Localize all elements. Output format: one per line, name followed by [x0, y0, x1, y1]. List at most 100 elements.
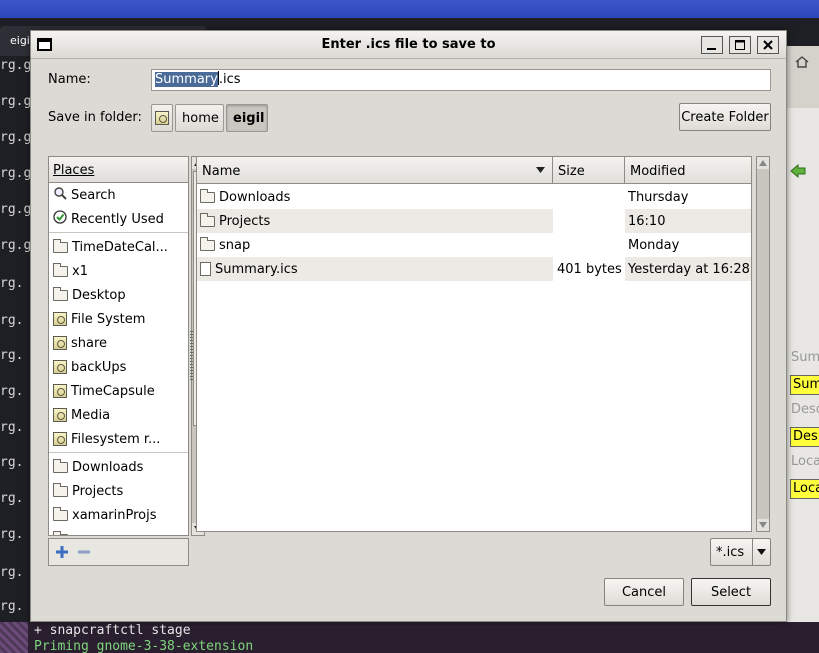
- cancel-button[interactable]: Cancel: [604, 578, 684, 606]
- add-bookmark-icon[interactable]: [55, 545, 69, 559]
- place-item[interactable]: xamarinProjs: [49, 503, 188, 527]
- dialog-title: Enter .ics file to save to: [321, 37, 496, 52]
- file-modified: Thursday: [628, 189, 689, 205]
- place-item[interactable]: Projects: [49, 479, 188, 503]
- place-label: backUps: [71, 359, 127, 375]
- file-modified: 16:10: [628, 213, 666, 229]
- path-root-button[interactable]: [151, 104, 173, 132]
- name-label: Name:: [48, 72, 91, 87]
- terminal-line: rg.: [0, 420, 24, 435]
- place-label: Search: [71, 187, 116, 203]
- scroll-up-arrow-icon[interactable]: [757, 157, 769, 169]
- close-button[interactable]: [757, 36, 779, 54]
- terminal-line: Priming gnome-3-38-extension: [34, 639, 254, 653]
- places-header[interactable]: Places: [49, 157, 188, 183]
- file-name-selection: Summary: [155, 72, 218, 87]
- minimize-button[interactable]: [701, 36, 723, 54]
- folder-icon: [53, 458, 68, 473]
- search-icon: [53, 186, 67, 204]
- remove-bookmark-icon[interactable]: [77, 545, 91, 559]
- file-row[interactable]: snap Monday: [197, 233, 751, 257]
- column-header-size[interactable]: Size: [553, 157, 625, 184]
- back-arrow-icon[interactable]: [790, 164, 806, 178]
- pane-resize-grip[interactable]: [190, 331, 193, 381]
- wallpaper-patch: [0, 622, 28, 653]
- terminal-line: rg.: [0, 527, 24, 542]
- recent-icon: [53, 210, 67, 228]
- column-name-label: Name: [202, 164, 241, 179]
- place-item[interactable]: TimeCapsule: [49, 379, 188, 403]
- path-home-button[interactable]: home: [175, 104, 224, 132]
- file-name: snap: [219, 237, 251, 253]
- place-label: Filesystem r...: [71, 431, 161, 447]
- home-icon[interactable]: [795, 56, 809, 68]
- places-header-label: Places: [53, 163, 95, 178]
- terminal-line: rg.g: [0, 130, 32, 145]
- folder-icon: [53, 482, 68, 497]
- files-scrollbar[interactable]: [756, 156, 770, 532]
- maximize-button[interactable]: [729, 36, 751, 54]
- place-item[interactable]: Downloads: [49, 455, 188, 479]
- place-label: Downloads: [72, 459, 144, 475]
- terminal-line: rg.: [0, 599, 24, 614]
- terminal-line: rg.g: [0, 94, 32, 109]
- column-header-modified[interactable]: Modified: [625, 157, 751, 184]
- drive-icon: [53, 312, 67, 326]
- folder-icon: [53, 262, 68, 277]
- place-item[interactable]: Recently Used: [49, 207, 188, 231]
- file-name-cell: Downloads: [200, 185, 550, 209]
- place-label: File System: [71, 311, 146, 327]
- place-item[interactable]: Media: [49, 403, 188, 427]
- file-row[interactable]: Downloads Thursday: [197, 185, 751, 209]
- background-label: Loca: [791, 454, 819, 469]
- place-item-partial[interactable]: [49, 527, 188, 535]
- file-modified: Yesterday at 16:28: [628, 261, 750, 277]
- background-summary-field[interactable]: Sum: [790, 375, 819, 395]
- drive-icon: [155, 111, 169, 125]
- file-name-cell: Projects: [200, 209, 550, 233]
- select-button[interactable]: Select: [691, 578, 771, 606]
- file-size: [553, 233, 625, 257]
- folder-icon: [200, 212, 215, 227]
- place-item[interactable]: File System: [49, 307, 188, 331]
- file-name-cell: Summary.ics: [200, 257, 550, 281]
- path-eigil-button[interactable]: eigil: [226, 104, 268, 132]
- column-header-name[interactable]: Name: [197, 157, 553, 184]
- drive-icon: [53, 408, 67, 422]
- background-description-field[interactable]: Des: [790, 427, 819, 447]
- place-item[interactable]: Search: [49, 183, 188, 207]
- place-item[interactable]: TimeDateCal...: [49, 235, 188, 259]
- place-label: TimeDateCal...: [72, 239, 168, 255]
- create-folder-button[interactable]: Create Folder: [679, 103, 771, 131]
- scroll-down-arrow-icon[interactable]: [757, 519, 769, 531]
- place-label: Projects: [72, 483, 124, 499]
- place-item[interactable]: share: [49, 331, 188, 355]
- file-row[interactable]: Summary.ics 401 bytes Yesterday at 16:28: [197, 257, 751, 281]
- drive-icon: [53, 384, 67, 398]
- terminal-line: rg.: [0, 384, 24, 399]
- folder-icon: [53, 286, 68, 301]
- filter-value: *.ics: [716, 544, 745, 560]
- folder-icon: [53, 506, 68, 521]
- place-item[interactable]: x1: [49, 259, 188, 283]
- place-label: Recently Used: [71, 211, 164, 227]
- file-type-filter[interactable]: *.ics: [710, 538, 771, 566]
- place-item[interactable]: Desktop: [49, 283, 188, 307]
- file-name-input[interactable]: Summary.ics: [151, 69, 771, 91]
- save-in-label: Save in folder:: [48, 110, 142, 125]
- background-location-field[interactable]: Loca: [790, 479, 819, 499]
- drive-icon: [53, 360, 67, 374]
- terminal-line: rg.: [0, 313, 24, 328]
- background-app-window: [786, 46, 819, 622]
- terminal-line: rg.: [0, 491, 24, 506]
- terminal-line: rg.g: [0, 202, 32, 217]
- place-item[interactable]: Filesystem r...: [49, 427, 188, 451]
- place-item[interactable]: backUps: [49, 355, 188, 379]
- folder-icon: [200, 188, 215, 203]
- file-row[interactable]: Projects 16:10: [197, 209, 751, 233]
- dialog-titlebar[interactable]: Enter .ics file to save to: [31, 31, 786, 59]
- place-label: Media: [71, 407, 111, 423]
- file-name-cell: snap: [200, 233, 550, 257]
- close-icon: [763, 40, 773, 50]
- background-label: Desc: [791, 402, 819, 417]
